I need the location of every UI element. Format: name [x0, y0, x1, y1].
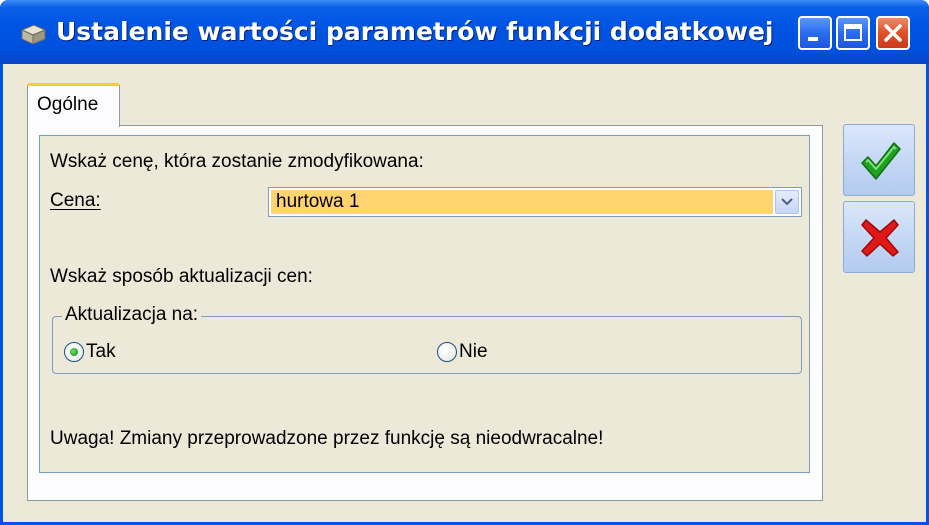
price-select[interactable]: hurtowa 1 [268, 187, 802, 217]
maximize-button[interactable] [836, 16, 870, 50]
confirm-button[interactable] [843, 124, 915, 196]
tab-ogolne[interactable]: Ogólne [27, 83, 120, 127]
close-button[interactable] [876, 16, 910, 50]
price-label: Cena: [50, 190, 101, 211]
radio-tak[interactable] [64, 342, 84, 362]
minimize-icon [808, 37, 818, 41]
close-icon [884, 24, 902, 42]
red-x-icon [861, 219, 899, 257]
radio-tak-label[interactable]: Tak [86, 341, 116, 363]
app-box-icon [20, 24, 47, 45]
maximize-icon [844, 24, 862, 41]
window-title: Ustalenie wartości parametrów funkcji do… [56, 17, 774, 46]
cancel-button[interactable] [843, 201, 915, 273]
green-checkmark-icon [861, 142, 901, 180]
title-bar[interactable]: Ustalenie wartości parametrów funkcji do… [0, 0, 929, 64]
price-instruction: Wskaż cenę, która zostanie zmodyfikowana… [50, 151, 424, 172]
minimize-button[interactable] [798, 16, 832, 50]
radio-nie[interactable] [437, 342, 457, 362]
chevron-down-icon [781, 198, 793, 206]
update-group-legend: Aktualizacja na: [62, 304, 202, 326]
update-instruction: Wskaż sposób aktualizacji cen: [50, 266, 313, 287]
price-select-value: hurtowa 1 [271, 190, 773, 214]
warning-text: Uwaga! Zmiany przeprowadzone przez funkc… [50, 428, 604, 449]
radio-nie-label[interactable]: Nie [459, 341, 488, 363]
dropdown-button[interactable] [775, 190, 799, 214]
radio-selected-dot [70, 348, 78, 356]
